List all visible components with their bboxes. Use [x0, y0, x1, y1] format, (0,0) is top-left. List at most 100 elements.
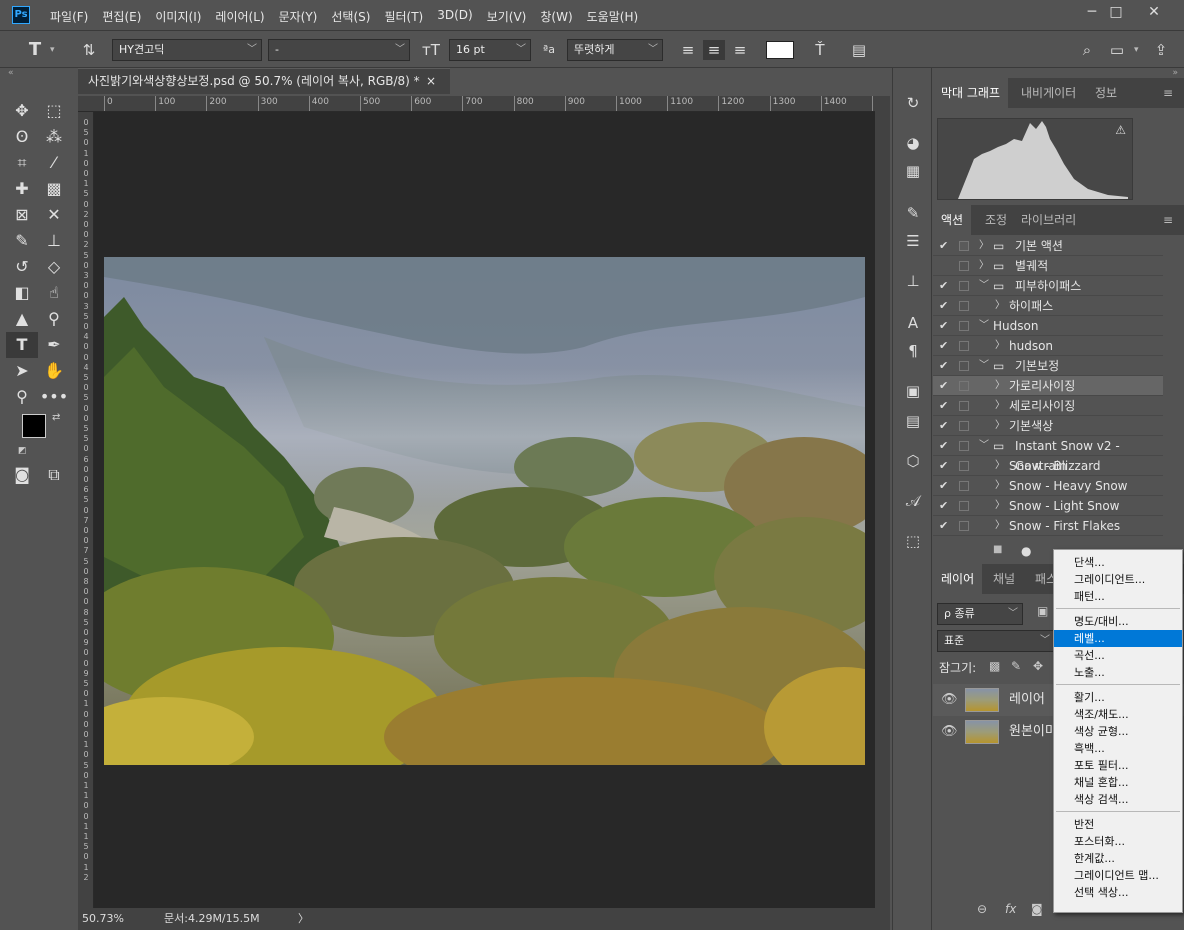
share-icon[interactable]: ⇪ [1150, 40, 1172, 60]
clone-source-icon[interactable]: ⊥ [902, 270, 924, 292]
expand-icon[interactable]: ﹀ [979, 276, 989, 296]
expand-icon[interactable]: ﹀ [979, 316, 989, 336]
3d-icon[interactable]: ⬡ [902, 450, 924, 472]
magic-wand-tool-icon[interactable]: ⁂ [38, 124, 70, 150]
path-selection-tool-icon[interactable]: ➤ [6, 358, 38, 384]
font-family-select[interactable]: HY견고딕 ﹀ [112, 39, 262, 61]
tab-libraries[interactable]: 라이브러리 [1013, 205, 1084, 235]
hand-tool-icon[interactable]: ✋ [38, 358, 70, 384]
maximize-button[interactable]: □ [1101, 2, 1131, 22]
fx-icon[interactable]: fx [1005, 902, 1016, 916]
dialog-toggle-box[interactable] [959, 461, 969, 471]
patch-tool-icon[interactable]: ▩ [38, 176, 70, 202]
lock-move-icon[interactable]: ✥ [1033, 659, 1043, 673]
dialog-toggle-box[interactable] [959, 401, 969, 411]
dialog-toggle-box[interactable] [959, 421, 969, 431]
workspace-icon[interactable]: ▭ [1106, 40, 1128, 60]
context-menu-item[interactable]: 명도/대비... [1054, 613, 1182, 630]
action-enabled-check-icon[interactable]: ✔ [939, 356, 948, 376]
action-enabled-check-icon[interactable]: ✔ [939, 296, 948, 316]
dialog-toggle-box[interactable] [959, 301, 969, 311]
font-size-select[interactable]: 16 pt ﹀ [449, 39, 531, 61]
more-tools-icon[interactable]: ••• [38, 384, 70, 410]
healing-brush-tool-icon[interactable]: ✚ [6, 176, 38, 202]
character-panel-icon[interactable]: ▤ [848, 40, 870, 60]
context-menu-item[interactable]: 한계값... [1054, 850, 1182, 867]
expand-icon[interactable]: 〉 [995, 336, 1005, 356]
brush-settings-icon[interactable]: ✎ [902, 202, 924, 224]
context-menu-item[interactable]: 채널 혼합... [1054, 774, 1182, 791]
character-icon[interactable]: A [902, 312, 924, 334]
smudge-tool-icon[interactable]: ☝ [38, 280, 70, 306]
visibility-eye-icon[interactable]: 👁 [941, 716, 958, 748]
menu-item[interactable]: 편집(E) [102, 8, 141, 25]
expand-icon[interactable]: 〉 [995, 476, 1005, 496]
clone-stamp-tool-icon[interactable]: ⊥ [38, 228, 70, 254]
expand-panels-icon[interactable]: » [1172, 68, 1178, 78]
screen-mode-icon[interactable]: ⧉ [38, 462, 70, 488]
warp-text-icon[interactable]: Ť [809, 40, 831, 60]
expand-icon[interactable]: 〉 [995, 396, 1005, 416]
expand-icon[interactable]: 〉 [995, 456, 1005, 476]
action-row[interactable]: ✔ ﹀ ▭ 피부하이패스 [933, 276, 1163, 296]
dialog-toggle-box[interactable] [959, 381, 969, 391]
gradient-tool-icon[interactable]: ◧ [6, 280, 38, 306]
context-menu-item[interactable]: 포스터화... [1054, 833, 1182, 850]
tab-navigator[interactable]: 내비게이터 [1013, 78, 1084, 108]
action-enabled-check-icon[interactable]: ✔ [939, 516, 948, 536]
menu-item[interactable]: 창(W) [540, 8, 572, 25]
action-enabled-check-icon[interactable]: ✔ [939, 316, 948, 336]
expand-icon[interactable]: ﹀ [979, 356, 989, 376]
expand-icon[interactable]: 〉 [995, 516, 1005, 536]
zoom-tool-icon[interactable]: ⚲ [6, 384, 38, 410]
antialias-select[interactable]: 뚜렷하게 ﹀ [567, 39, 663, 61]
menu-item[interactable]: 보기(V) [487, 8, 527, 25]
lock-brush-icon[interactable]: ✎ [1011, 659, 1021, 673]
context-menu-item[interactable]: 색상 균형... [1054, 723, 1182, 740]
crop-tool-icon[interactable]: ⌗ [6, 150, 38, 176]
dialog-toggle-box[interactable] [959, 501, 969, 511]
action-row[interactable]: ✔ 〉 Snow - First Flakes [933, 516, 1163, 536]
color-palette-icon[interactable]: ◕ [902, 132, 924, 154]
quick-mask-icon[interactable]: ◙ [6, 462, 38, 488]
menu-item[interactable]: 이미지(I) [155, 8, 201, 25]
font-style-select[interactable]: - ﹀ [268, 39, 410, 61]
tab-layers[interactable]: 레이어 [933, 564, 983, 594]
history-brush-tool-icon[interactable]: ↺ [6, 254, 38, 280]
dialog-toggle-icon[interactable] [959, 241, 969, 251]
tab-adjustments[interactable]: 조정 [977, 205, 1015, 235]
status-menu-arrow[interactable]: 〉 [298, 908, 309, 930]
swatches-icon[interactable]: ▦ [902, 160, 924, 182]
action-enabled-check-icon[interactable]: ✔ [939, 436, 948, 456]
dodge-tool-icon[interactable]: ⚲ [38, 306, 70, 332]
tab-info[interactable]: 정보 [1087, 78, 1125, 108]
dialog-toggle-box[interactable] [959, 261, 969, 271]
glyphs-icon[interactable]: 𝒜 [902, 490, 924, 512]
document-tab[interactable]: 사진밝기와색상향상보정.psd @ 50.7% (레이어 복사, RGB/8) … [78, 68, 450, 94]
tab-channels[interactable]: 채널 [985, 564, 1023, 594]
paragraph-styles-icon[interactable]: ▤ [902, 410, 924, 432]
menu-item[interactable]: 파일(F) [50, 8, 88, 25]
image-filter-icon[interactable]: ▣ [1037, 604, 1048, 618]
menu-item[interactable]: 필터(T) [384, 8, 423, 25]
action-row[interactable]: ✔ 〉 Snow - Light Snow [933, 496, 1163, 516]
expand-icon[interactable]: 〉 [979, 236, 989, 256]
context-menu-item[interactable]: 반전 [1054, 816, 1182, 833]
action-row[interactable]: ✔ 〉 Snow - Blizzard [933, 456, 1163, 476]
dialog-toggle-box[interactable] [959, 321, 969, 331]
action-row[interactable]: 〉 ▭ 별궤적 [933, 256, 1163, 276]
context-menu-item[interactable]: 곡선... [1054, 647, 1182, 664]
action-enabled-check-icon[interactable]: ✔ [939, 476, 948, 496]
vertical-scrollbar[interactable] [875, 96, 890, 908]
default-colors-icon[interactable]: ◩ [18, 446, 27, 456]
menu-item[interactable]: 레이어(L) [215, 8, 264, 25]
align-right-icon[interactable]: ≡ [729, 40, 751, 60]
sharpen-tool-icon[interactable]: ▲ [6, 306, 38, 332]
action-row[interactable]: ✔ 〉 hudson [933, 336, 1163, 356]
menu-item[interactable]: 문자(Y) [279, 8, 318, 25]
pen-tool-icon[interactable]: ✒ [38, 332, 70, 358]
context-menu-item[interactable]: 그레이디언트 맵... [1054, 867, 1182, 884]
history-icon[interactable]: ↻ [902, 92, 924, 114]
action-enabled-check-icon[interactable]: ✔ [939, 276, 948, 296]
eyedropper-tool-icon[interactable]: ⁄ [38, 150, 70, 176]
